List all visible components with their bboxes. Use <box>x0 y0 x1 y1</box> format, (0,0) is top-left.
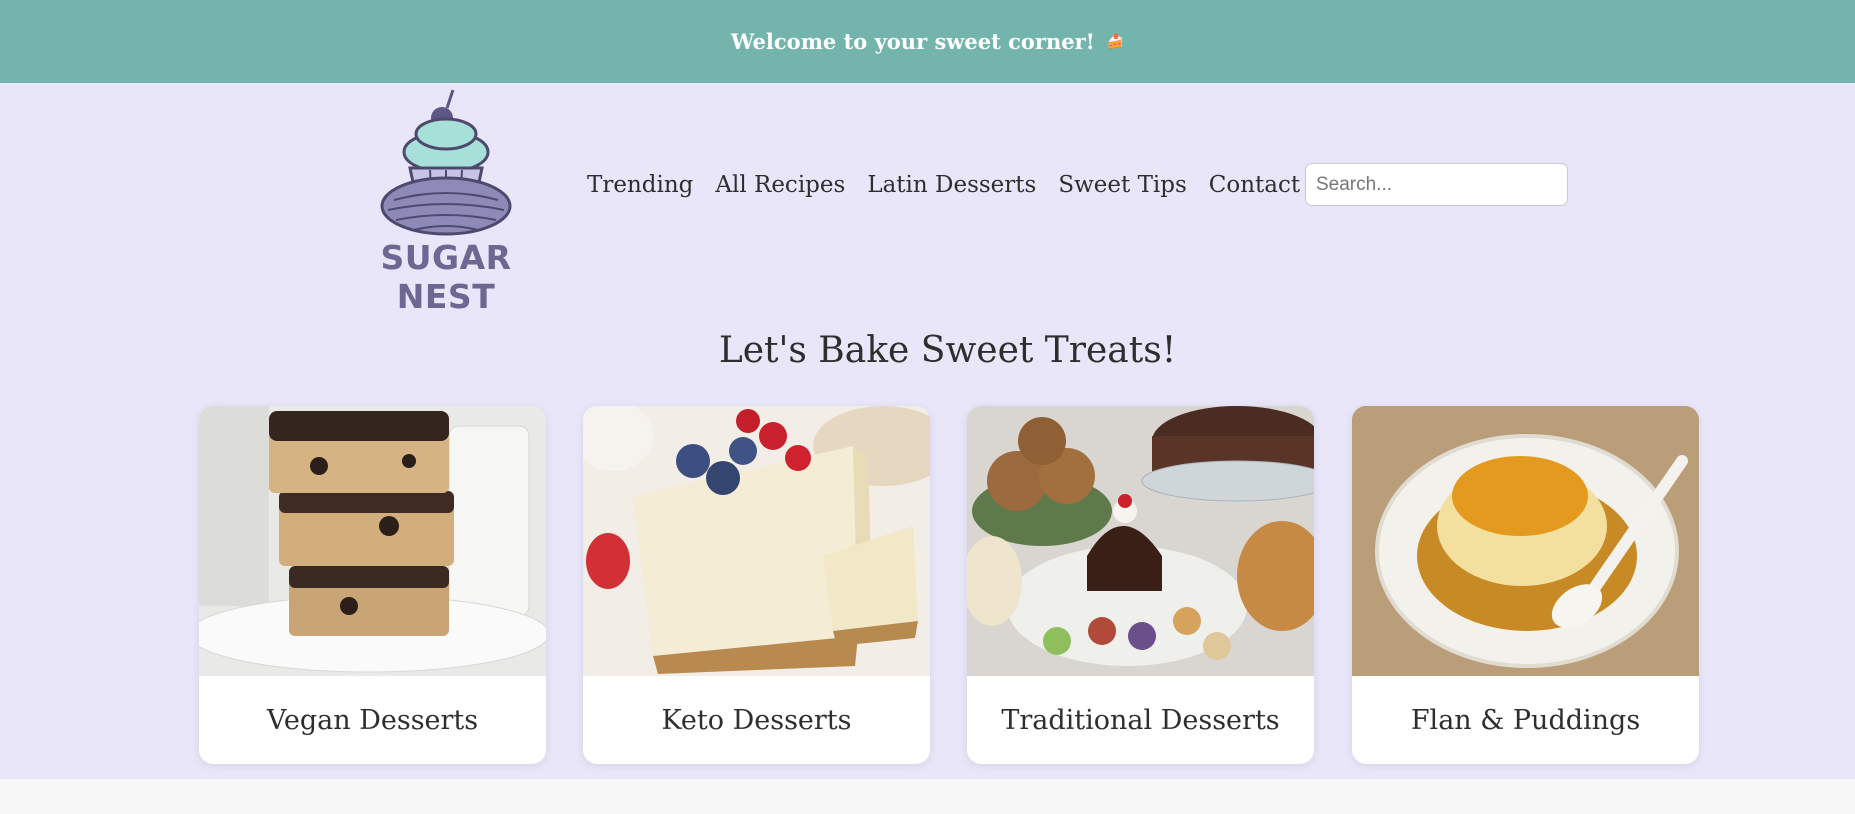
nav-latin-desserts[interactable]: Latin Desserts <box>867 172 1036 198</box>
footer-strip <box>0 779 1855 814</box>
announcement-banner: Welcome to your sweet corner! 🍰 <box>0 0 1855 83</box>
nav-sweet-tips[interactable]: Sweet Tips <box>1058 172 1186 198</box>
category-card-traditional[interactable]: Traditional Desserts <box>967 406 1314 764</box>
category-label: Vegan Desserts <box>266 704 479 736</box>
traditional-desserts-image <box>967 406 1314 676</box>
nav-trending[interactable]: Trending <box>587 172 693 198</box>
vegan-desserts-image <box>199 406 546 676</box>
category-label: Traditional Desserts <box>1001 704 1280 736</box>
nav-all-recipes[interactable]: All Recipes <box>715 172 845 198</box>
page-title: Let's Bake Sweet Treats! <box>718 330 1177 371</box>
cake-icon: 🍰 <box>1106 33 1125 50</box>
category-card-keto[interactable]: Keto Desserts <box>583 406 930 764</box>
announcement-text: Welcome to your sweet corner! <box>730 29 1095 54</box>
logo-text: SUGAR NEST <box>380 238 512 316</box>
cupcake-nest-icon <box>380 89 512 236</box>
category-label: Keto Desserts <box>661 704 852 736</box>
keto-desserts-image <box>583 406 930 676</box>
category-card-flan[interactable]: Flan & Puddings <box>1352 406 1699 764</box>
site-logo[interactable]: SUGAR NEST <box>332 86 560 316</box>
category-label: Flan & Puddings <box>1410 704 1641 736</box>
main-nav: Trending All Recipes Latin Desserts Swee… <box>587 163 1322 207</box>
nav-contact[interactable]: Contact <box>1209 172 1300 198</box>
search-input[interactable] <box>1305 163 1568 206</box>
category-card-vegan[interactable]: Vegan Desserts <box>199 406 546 764</box>
flan-puddings-image <box>1352 406 1699 676</box>
